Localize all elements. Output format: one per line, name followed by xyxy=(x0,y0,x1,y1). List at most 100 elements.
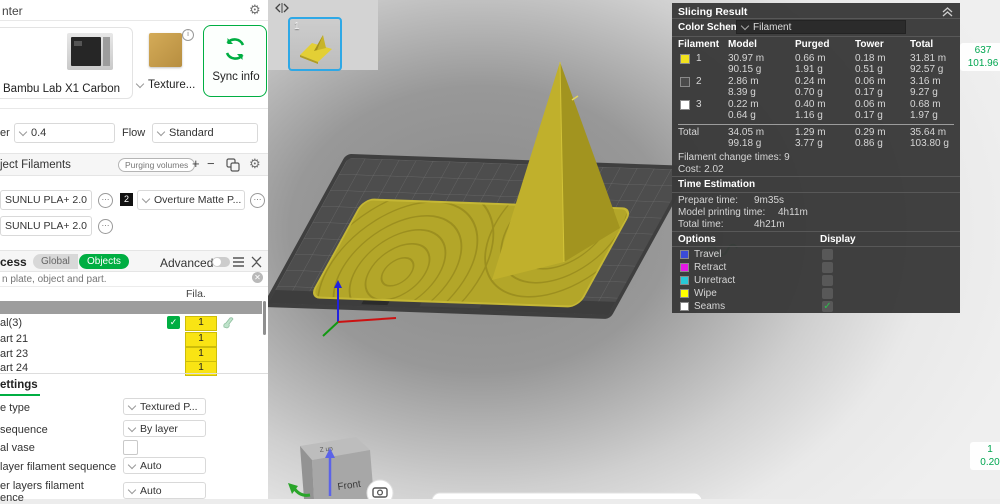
color-scheme-dropdown[interactable]: Filament xyxy=(736,20,906,34)
flow-label: Flow xyxy=(122,127,146,139)
printer-section-title: nter xyxy=(2,4,23,18)
col-model: Model xyxy=(728,39,757,50)
left-sidebar: nter ⚙ Bambu Lab X1 Carbon i Texture... … xyxy=(0,0,269,504)
object-name: art 23 xyxy=(0,348,29,360)
nozzle-diameter-label: er xyxy=(0,127,10,139)
retract-display-checkbox[interactable] xyxy=(822,262,833,273)
sync-info-button[interactable]: Sync info xyxy=(203,25,267,97)
plate-type-label: e type xyxy=(0,402,30,414)
col-filament: Filament xyxy=(678,39,720,50)
retract-swatch xyxy=(680,263,689,272)
col-total: Total xyxy=(910,39,934,50)
settings-tab[interactable]: ettings xyxy=(0,375,40,396)
print-sequence-dropdown[interactable]: By layer xyxy=(123,420,206,437)
object-name: art 21 xyxy=(0,333,29,345)
filament-2-swatch xyxy=(680,77,690,87)
prepare-time-value: 9m35s xyxy=(754,195,785,206)
filament-3-swatch xyxy=(680,100,690,110)
filament-row: 1 30.97 m 90.15 g 0.66 m 1.91 g 0.18 m 0… xyxy=(672,53,960,76)
other-layers-filament-sequence-label: er layers filament ence xyxy=(0,480,84,504)
advanced-label: Advanced xyxy=(160,256,214,270)
nozzle-diameter-dropdown[interactable]: 0.4 xyxy=(14,123,115,143)
first-layer-filament-sequence-dropdown[interactable]: Auto xyxy=(123,457,206,474)
object-row[interactable]: art 21 1 xyxy=(0,332,262,347)
filament-1-edit-icon[interactable]: ⋯ xyxy=(98,193,113,208)
nav-cube[interactable]: Z up Front xyxy=(288,437,374,499)
total-row: Total 34.05 m 99.18 g 1.29 m 3.77 g 0.29… xyxy=(678,127,949,149)
filament-3-dropdown[interactable]: SUNLU PLA+ 2.0 xyxy=(0,216,92,236)
divider xyxy=(0,108,268,109)
printer-card[interactable]: Bambu Lab X1 Carbon xyxy=(0,27,133,99)
filament-settings-gear-icon[interactable]: ⚙ xyxy=(249,157,261,170)
filament-1-dropdown[interactable]: SUNLU PLA+ 2.0 xyxy=(0,190,92,210)
option-row-seams: Seams ✓ xyxy=(672,301,960,313)
3d-viewport[interactable]: 1 Z up Front 637 101.96 1 0.20 Slicing R… xyxy=(268,0,1000,499)
total-time-label: Total time: xyxy=(678,219,724,230)
paint-brush-icon[interactable] xyxy=(222,316,235,329)
object-filament-cell[interactable]: 1 xyxy=(185,347,217,362)
plate-card[interactable]: i Texture... xyxy=(134,27,198,97)
model-printing-time-label: Model printing time: xyxy=(678,207,766,218)
unretract-swatch xyxy=(680,276,689,285)
seams-swatch xyxy=(680,302,689,311)
process-section-header: cess Global Objects Advanced xyxy=(0,250,268,272)
object-filament-cell[interactable]: 1 xyxy=(185,316,217,331)
object-search-input[interactable] xyxy=(0,272,249,286)
bottom-toolbar[interactable] xyxy=(431,492,703,499)
tune-sliders-icon[interactable] xyxy=(250,256,263,268)
unretract-display-checkbox[interactable] xyxy=(822,275,833,286)
plate-info-icon[interactable]: i xyxy=(182,29,194,41)
object-list-scrollbar[interactable] xyxy=(263,301,266,335)
model-printing-time-value: 4h11m xyxy=(778,207,808,218)
filament-3-edit-icon[interactable]: ⋯ xyxy=(98,219,113,234)
filament-1-swatch xyxy=(680,54,690,64)
option-row-retract: Retract xyxy=(672,262,960,274)
parameter-list-icon[interactable] xyxy=(232,256,245,268)
purging-volumes-button[interactable]: Purging volumes xyxy=(118,158,196,172)
plate-row-selected[interactable] xyxy=(0,301,262,314)
ams-sync-icon[interactable] xyxy=(226,158,240,172)
layer-slider-bottom-label[interactable]: 1 0.20 xyxy=(970,442,1000,470)
advanced-toggle[interactable] xyxy=(212,257,230,267)
sync-refresh-icon xyxy=(225,38,245,60)
chevron-down-icon xyxy=(135,79,145,89)
process-objects-tab[interactable]: Objects xyxy=(79,254,129,269)
filament-2-dropdown[interactable]: Overture Matte P... xyxy=(137,190,245,210)
printer-settings-gear-icon[interactable]: ⚙ xyxy=(249,3,261,16)
layer-slider-top-label[interactable]: 637 101.96 xyxy=(960,43,1000,71)
object-row[interactable]: al(3) ✓ 1 xyxy=(0,316,262,331)
plate-texture-image xyxy=(149,33,182,67)
col-tower: Tower xyxy=(855,39,884,50)
filament-row: 2 2.86 m 8.39 g 0.24 m 0.70 g 0.06 m 0.1… xyxy=(672,76,960,99)
option-row-wipe: Wipe xyxy=(672,288,960,300)
spiral-vase-label: al vase xyxy=(0,442,35,454)
cost: Cost: 2.02 xyxy=(678,164,724,175)
object-visible-checkbox[interactable]: ✓ xyxy=(167,316,180,329)
clear-search-icon[interactable]: ✕ xyxy=(252,272,263,283)
plate-type-setting-dropdown[interactable]: Textured P... xyxy=(123,398,206,415)
travel-swatch xyxy=(680,250,689,259)
print-sequence-label: sequence xyxy=(0,424,48,436)
travel-display-checkbox[interactable] xyxy=(822,249,833,260)
object-search-row: ✕ xyxy=(0,272,268,287)
collapse-panel-icon[interactable] xyxy=(942,6,953,17)
object-name: al(3) xyxy=(0,317,23,329)
other-layers-filament-sequence-dropdown[interactable]: Auto xyxy=(123,482,206,499)
plate-type-dropdown[interactable]: Texture... xyxy=(135,79,195,91)
spiral-vase-checkbox[interactable] xyxy=(123,440,138,455)
divider xyxy=(0,373,268,374)
option-row-unretract: Unretract xyxy=(672,275,960,287)
wipe-display-checkbox[interactable] xyxy=(822,288,833,299)
add-filament-button[interactable]: + xyxy=(192,156,200,171)
col-purged: Purged xyxy=(795,39,830,50)
filament-row: 3 0.22 m 0.64 g 0.40 m 1.16 g 0.06 m 0.1… xyxy=(672,99,960,122)
seams-display-checkbox[interactable]: ✓ xyxy=(822,301,833,312)
process-global-tab[interactable]: Global xyxy=(33,254,78,269)
bambu-studio-window: { "colors": { "accent_green": "#00ae42",… xyxy=(0,0,1000,504)
object-filament-cell[interactable]: 1 xyxy=(185,332,217,347)
remove-filament-button[interactable]: − xyxy=(207,156,215,171)
object-row[interactable]: art 23 1 xyxy=(0,347,262,362)
flow-dropdown[interactable]: Standard xyxy=(152,123,258,143)
filament-2-edit-icon[interactable]: ⋯ xyxy=(250,193,265,208)
time-estimation-title: Time Estimation xyxy=(678,179,756,190)
